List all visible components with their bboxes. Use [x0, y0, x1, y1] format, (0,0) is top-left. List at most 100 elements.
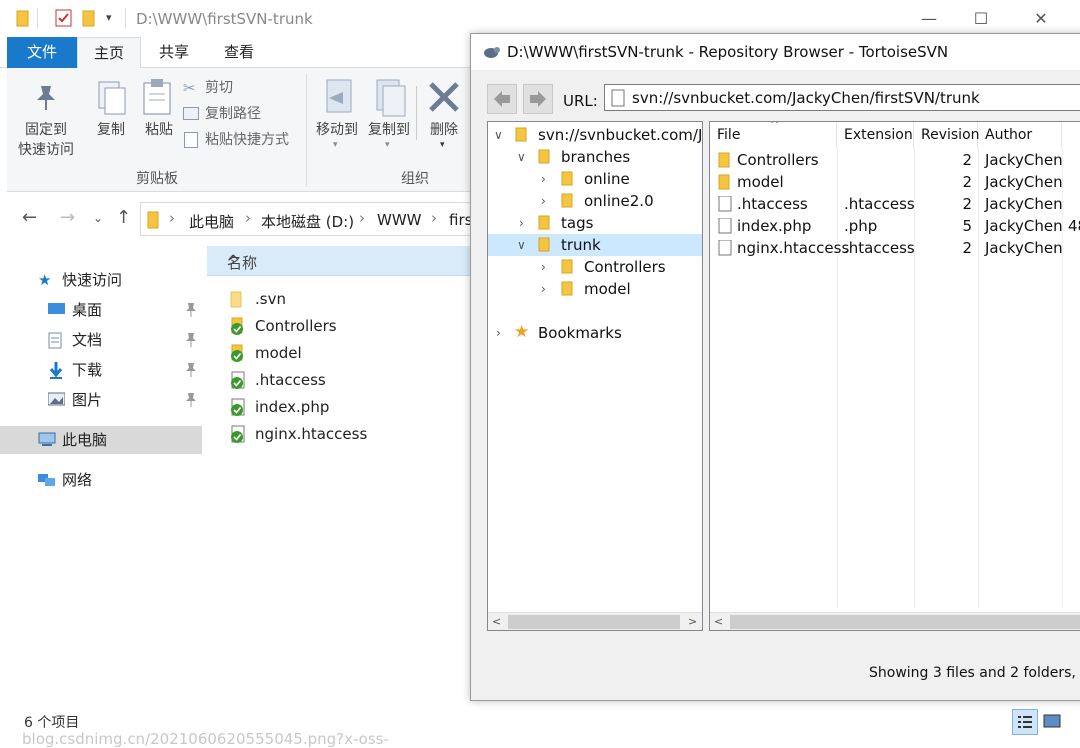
- repo-list-row[interactable]: .htaccess .htaccess 2 JackyChen: [710, 193, 1080, 215]
- repo-tree: ∨ svn://svnbucket.com/Jac ∨ branches › o…: [487, 121, 703, 631]
- column-header-name[interactable]: 名称 ^: [207, 246, 470, 276]
- maximize-icon[interactable]: ☐: [970, 8, 992, 30]
- copy-to-icon: [373, 78, 407, 118]
- chevron-down-icon[interactable]: ∨: [517, 146, 529, 168]
- pin-icon[interactable]: [184, 302, 198, 318]
- copy-to-button[interactable]: 复制到 ▾: [363, 76, 415, 156]
- scrollbar-thumb[interactable]: [508, 615, 680, 629]
- chevron-right-icon[interactable]: ›: [496, 322, 508, 344]
- new-folder-icon[interactable]: [82, 9, 100, 27]
- pin-icon: [33, 82, 59, 112]
- network-icon: [38, 472, 55, 488]
- properties-icon[interactable]: [55, 9, 73, 27]
- delete-button[interactable]: 删除 ▾: [420, 76, 468, 156]
- pin-to-quick-access-button[interactable]: 固定到 快速访问: [7, 76, 85, 164]
- breadcrumb-item[interactable]: WWW: [377, 211, 422, 229]
- breadcrumb-item[interactable]: 此电脑: [189, 211, 234, 232]
- breadcrumb-item[interactable]: 本地磁盘 (D:): [261, 211, 354, 232]
- paste-icon: [141, 78, 173, 116]
- back-icon[interactable]: ←: [22, 207, 37, 228]
- scroll-right-icon[interactable]: >: [688, 613, 697, 630]
- large-icons-view-icon[interactable]: [1040, 709, 1066, 735]
- tree-node-controllers[interactable]: › Controllers: [488, 256, 702, 278]
- tab-home[interactable]: 主页: [77, 37, 141, 69]
- minimize-icon[interactable]: —: [918, 8, 940, 30]
- folder-icon: [537, 149, 553, 164]
- move-to-icon: [321, 78, 355, 118]
- move-to-button[interactable]: 移动到 ▾: [311, 76, 363, 156]
- scrollbar-thumb[interactable]: [730, 615, 1080, 629]
- forward-icon[interactable]: →: [60, 207, 75, 228]
- chevron-right-icon[interactable]: ›: [541, 278, 553, 300]
- chevron-down-icon[interactable]: ∨: [494, 124, 506, 146]
- clipboard-group-label: 剪贴板: [136, 171, 178, 187]
- column-header-file[interactable]: File: [710, 122, 837, 148]
- tree-horizontal-scrollbar[interactable]: < >: [488, 612, 702, 630]
- column-header-extension[interactable]: Extension: [837, 122, 914, 148]
- repo-list-row[interactable]: nginx.htaccess .htaccess 2 JackyChen: [710, 237, 1080, 259]
- computer-icon: [38, 432, 56, 448]
- up-icon[interactable]: ↑: [116, 207, 131, 228]
- repo-list-row[interactable]: Controllers 2 JackyChen: [710, 149, 1080, 171]
- tab-file[interactable]: 文件: [7, 37, 77, 68]
- tree-node-branches[interactable]: ∨ branches: [488, 146, 702, 168]
- folder-icon: [537, 215, 553, 230]
- file-icon: [717, 196, 733, 212]
- column-header-revision[interactable]: Revision: [914, 122, 980, 148]
- url-label: URL:: [563, 92, 598, 110]
- folder-icon: [717, 152, 733, 168]
- folder-icon: [560, 171, 576, 186]
- nav-desktop[interactable]: 桌面: [0, 296, 202, 324]
- column-header-author[interactable]: Author: [978, 122, 1062, 148]
- forward-icon[interactable]: [523, 84, 553, 114]
- nav-this-pc[interactable]: 此电脑: [0, 426, 202, 454]
- pin-icon[interactable]: [184, 362, 198, 378]
- nav-downloads[interactable]: 下载: [0, 356, 202, 384]
- details-view-icon[interactable]: [1012, 709, 1038, 735]
- tree-node-trunk[interactable]: ∨ trunk: [488, 234, 702, 256]
- folder-icon: [717, 174, 733, 190]
- nav-network[interactable]: 网络: [0, 466, 202, 494]
- folder-icon: [147, 211, 159, 229]
- tree-node-online[interactable]: › online: [488, 168, 702, 190]
- nav-documents[interactable]: 文档: [0, 326, 202, 354]
- customize-qat-icon[interactable]: ▾: [106, 11, 124, 29]
- scissors-icon: ✂: [183, 79, 196, 97]
- tree-node-model[interactable]: › model: [488, 278, 702, 300]
- paste-shortcut-icon: [184, 132, 198, 148]
- svn-normal-file-icon: [229, 371, 247, 390]
- repository-browser-window: D:\WWW\firstSVN-trunk - Repository Brows…: [470, 33, 1080, 701]
- tree-node-tags[interactable]: › tags: [488, 212, 702, 234]
- pin-icon[interactable]: [184, 392, 198, 408]
- folder-icon: [560, 193, 576, 208]
- scroll-left-icon[interactable]: <: [492, 613, 501, 630]
- chevron-right-icon[interactable]: ›: [519, 212, 531, 234]
- svn-normal-file-icon: [229, 425, 247, 444]
- svn-normal-file-icon: [229, 398, 247, 417]
- tree-node-online2[interactable]: › online2.0: [488, 190, 702, 212]
- nav-pictures[interactable]: 图片: [0, 386, 202, 414]
- chevron-right-icon[interactable]: ›: [541, 190, 553, 212]
- paste-button[interactable]: 粘贴: [135, 76, 183, 146]
- repo-list-row[interactable]: model 2 JackyChen: [710, 171, 1080, 193]
- tree-node-bookmarks[interactable]: › ★ Bookmarks: [488, 322, 702, 344]
- url-input[interactable]: svn://svnbucket.com/JackyChen/firstSVN/t…: [604, 84, 1080, 111]
- breadcrumb-item[interactable]: firs: [449, 211, 472, 229]
- tab-view[interactable]: 查看: [207, 37, 271, 68]
- chevron-down-icon[interactable]: ∨: [517, 234, 529, 256]
- tree-node-root[interactable]: ∨ svn://svnbucket.com/Jac: [488, 124, 702, 146]
- repo-list-row[interactable]: index.php .php 5 JackyChen 48: [710, 215, 1080, 237]
- close-icon[interactable]: ✕: [1030, 8, 1052, 30]
- back-icon[interactable]: [487, 84, 517, 114]
- nav-quick-access[interactable]: ★ 快速访问: [0, 266, 202, 294]
- list-horizontal-scrollbar[interactable]: <: [710, 612, 1080, 630]
- chevron-right-icon[interactable]: ›: [541, 168, 553, 190]
- file-icon: [717, 240, 733, 256]
- copy-button[interactable]: 复制: [87, 76, 135, 146]
- tab-share[interactable]: 共享: [143, 37, 205, 68]
- folder-icon: [514, 127, 530, 142]
- scroll-left-icon[interactable]: <: [714, 613, 723, 630]
- pin-icon[interactable]: [184, 332, 198, 348]
- recent-locations-icon[interactable]: ⌄: [93, 211, 103, 225]
- chevron-right-icon[interactable]: ›: [541, 256, 553, 278]
